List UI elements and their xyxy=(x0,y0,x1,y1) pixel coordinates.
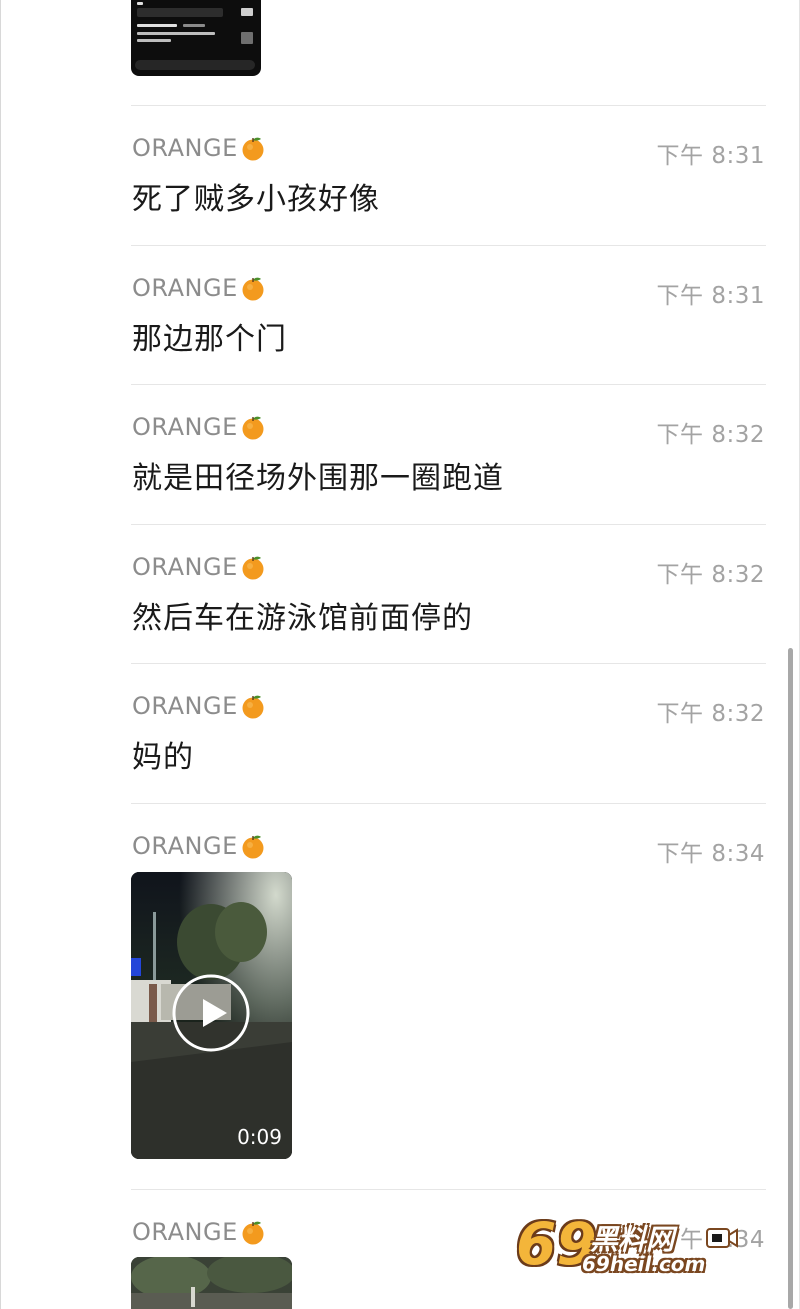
message-sender: ORANGE xyxy=(132,274,266,302)
play-icon[interactable] xyxy=(171,973,251,1053)
sender-name: ORANGE xyxy=(132,692,238,720)
video-camera-icon xyxy=(706,1228,738,1248)
message-text: 然后车在游泳馆前面停的 xyxy=(132,601,473,636)
video-frame-image xyxy=(131,1257,292,1309)
message-divider xyxy=(131,663,766,664)
sender-name: ORANGE xyxy=(132,832,238,860)
message-divider xyxy=(131,803,766,804)
message-text: 那边那个门 xyxy=(132,322,287,357)
message-divider xyxy=(131,245,766,246)
orange-fruit-icon xyxy=(242,835,264,859)
sender-name: ORANGE xyxy=(132,134,238,162)
message-text: 死了贼多小孩好像 xyxy=(132,182,380,217)
message-time: 下午 8:31 xyxy=(656,143,765,169)
message-sender: ORANGE xyxy=(132,413,266,441)
message-time: 下午 8:31 xyxy=(656,283,765,309)
message-divider xyxy=(131,384,766,385)
video-duration: 0:09 xyxy=(237,1125,282,1149)
sender-name: ORANGE xyxy=(132,1218,238,1246)
shared-screenshot-thumbnail[interactable] xyxy=(131,0,261,76)
message-time: 下午 8:34 xyxy=(656,841,765,867)
site-watermark: 69 黑料网 69heil.com xyxy=(510,1210,742,1282)
chat-window: ORANGE 下午 8:31 死了贼多小孩好像 ORANGE 下午 8:31 那… xyxy=(0,0,800,1309)
orange-fruit-icon xyxy=(242,1221,264,1245)
orange-fruit-icon xyxy=(242,695,264,719)
message-divider xyxy=(131,1189,766,1190)
message-sender: ORANGE xyxy=(132,692,266,720)
message-text: 妈的 xyxy=(132,740,194,775)
sender-name: ORANGE xyxy=(132,413,238,441)
orange-fruit-icon xyxy=(242,416,264,440)
message-sender: ORANGE xyxy=(132,832,266,860)
message-time: 下午 8:32 xyxy=(656,422,765,448)
message-sender: ORANGE xyxy=(132,553,266,581)
sender-name: ORANGE xyxy=(132,553,238,581)
message-divider xyxy=(131,105,766,106)
message-sender: ORANGE xyxy=(132,1218,266,1246)
orange-fruit-icon xyxy=(242,137,264,161)
message-sender: ORANGE xyxy=(132,134,266,162)
message-time: 下午 8:32 xyxy=(656,701,765,727)
window-left-border xyxy=(0,0,1,1309)
orange-fruit-icon xyxy=(242,277,264,301)
message-text: 就是田径场外围那一圈跑道 xyxy=(132,461,504,496)
message-time: 下午 8:32 xyxy=(656,562,765,588)
video-message-thumbnail[interactable]: 0:09 xyxy=(131,872,292,1159)
watermark-url: 69heil.com xyxy=(582,1252,706,1276)
orange-fruit-icon xyxy=(242,556,264,580)
video-message-thumbnail[interactable] xyxy=(131,1257,292,1309)
scrollbar-thumb[interactable] xyxy=(788,648,793,1309)
message-divider xyxy=(131,524,766,525)
sender-name: ORANGE xyxy=(132,274,238,302)
